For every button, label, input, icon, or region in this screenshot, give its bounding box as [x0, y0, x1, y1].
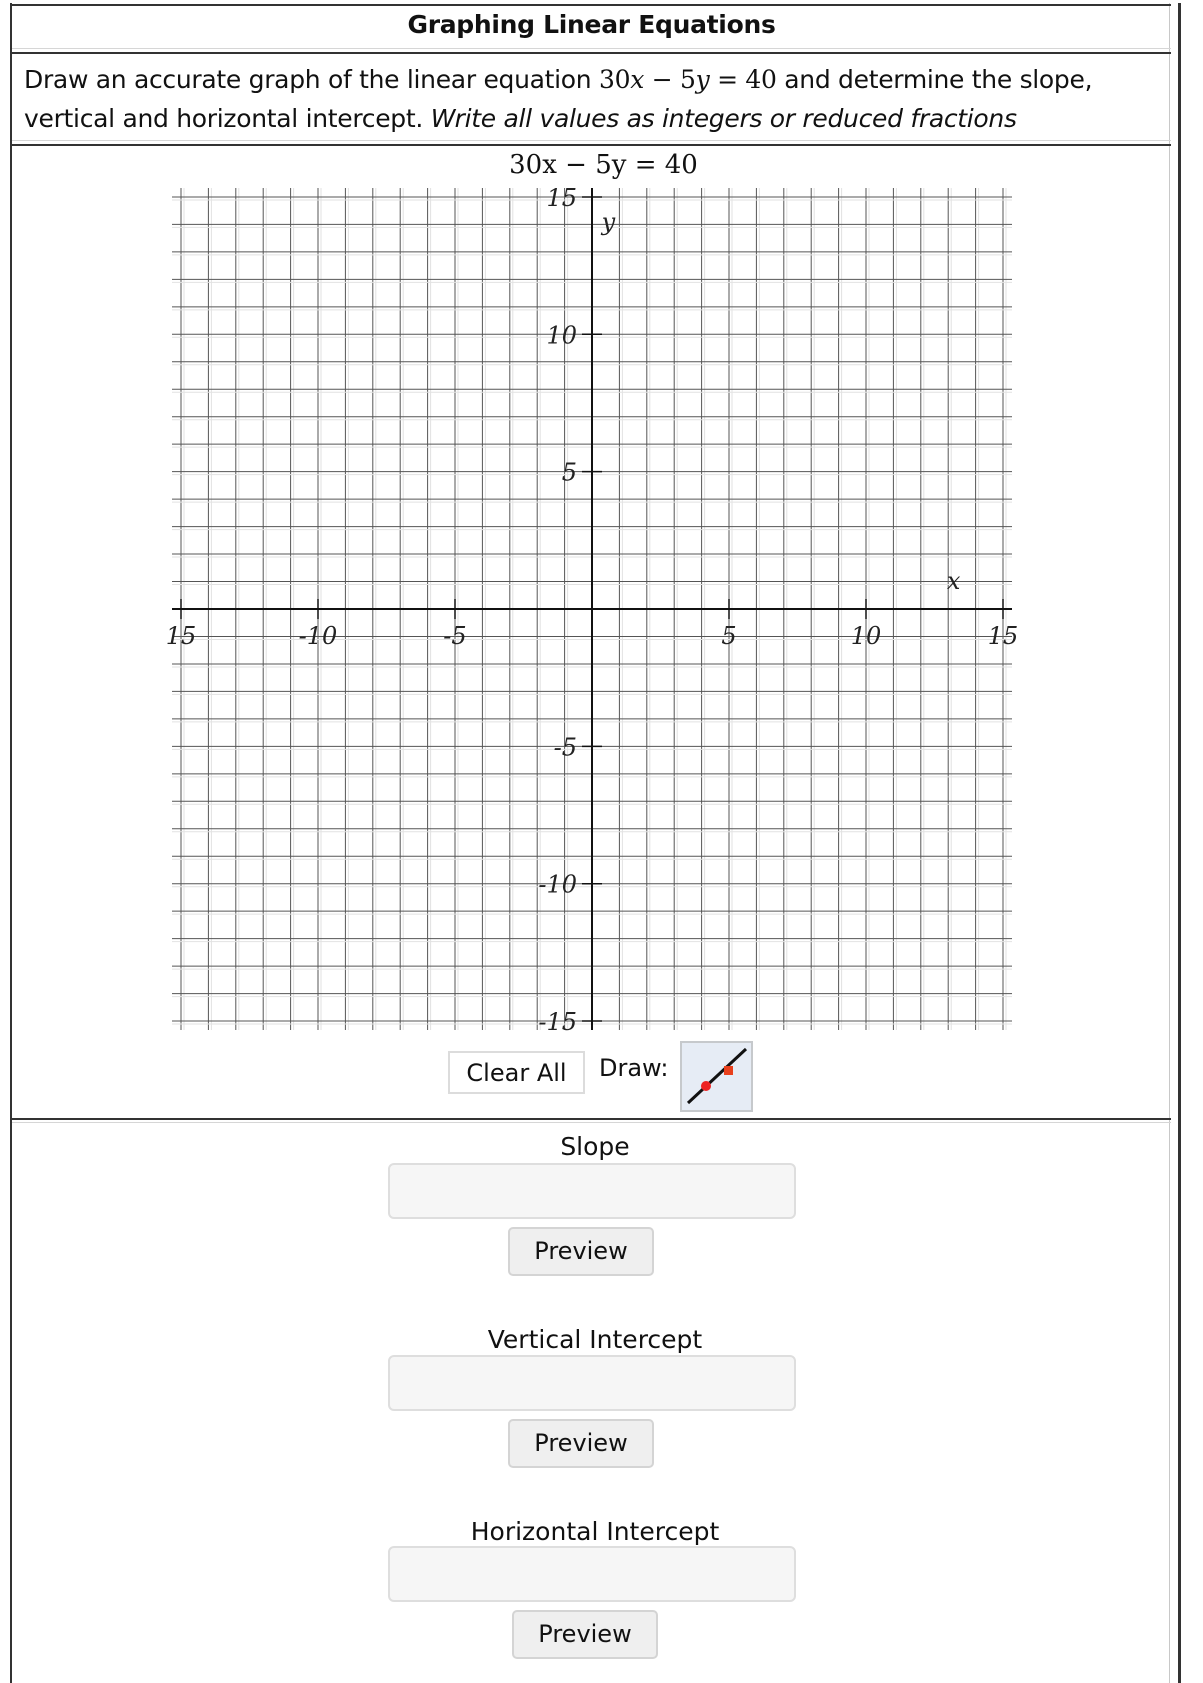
- horizontal-intercept-input[interactable]: [388, 1546, 796, 1602]
- x-tick-label: 10: [851, 622, 882, 650]
- x-tick-label: 15: [166, 622, 197, 650]
- slope-preview-button[interactable]: Preview: [508, 1227, 654, 1276]
- horizontal-intercept-preview-button[interactable]: Preview: [512, 1610, 658, 1659]
- vertical-intercept-label: Vertical Intercept: [487, 1325, 703, 1354]
- coordinate-grid[interactable]: 15 -10 -5 5 10 15 15 10 5 -5 -10 -15 x y: [0, 0, 1203, 1040]
- divider: [12, 1118, 1171, 1120]
- clear-all-button[interactable]: Clear All: [448, 1051, 585, 1094]
- y-tick-label: -5: [554, 733, 577, 761]
- y-tick-label: 5: [562, 459, 577, 487]
- divider: [12, 1122, 1171, 1123]
- line-segment-icon: [686, 1047, 748, 1105]
- y-axis-label: y: [601, 208, 616, 236]
- x-tick-label: -10: [299, 622, 338, 650]
- y-tick-label: 10: [546, 321, 577, 349]
- x-tick-label: 5: [721, 622, 736, 650]
- draw-label: Draw:: [599, 1054, 669, 1082]
- x-tick-label: -5: [443, 622, 466, 650]
- vertical-intercept-input[interactable]: [388, 1355, 796, 1411]
- vertical-intercept-preview-button[interactable]: Preview: [508, 1419, 654, 1468]
- axes: [172, 187, 1012, 1031]
- x-axis-label: x: [947, 567, 961, 595]
- horizontal-intercept-label: Horizontal Intercept: [470, 1517, 720, 1546]
- slope-input[interactable]: [388, 1163, 796, 1219]
- y-tick-label: 15: [546, 184, 577, 212]
- y-tick-label: -10: [538, 871, 577, 899]
- line-tool-button[interactable]: [680, 1041, 753, 1112]
- y-tick-label: -15: [538, 1008, 577, 1036]
- slope-label: Slope: [560, 1132, 630, 1161]
- x-tick-label: 15: [988, 622, 1019, 650]
